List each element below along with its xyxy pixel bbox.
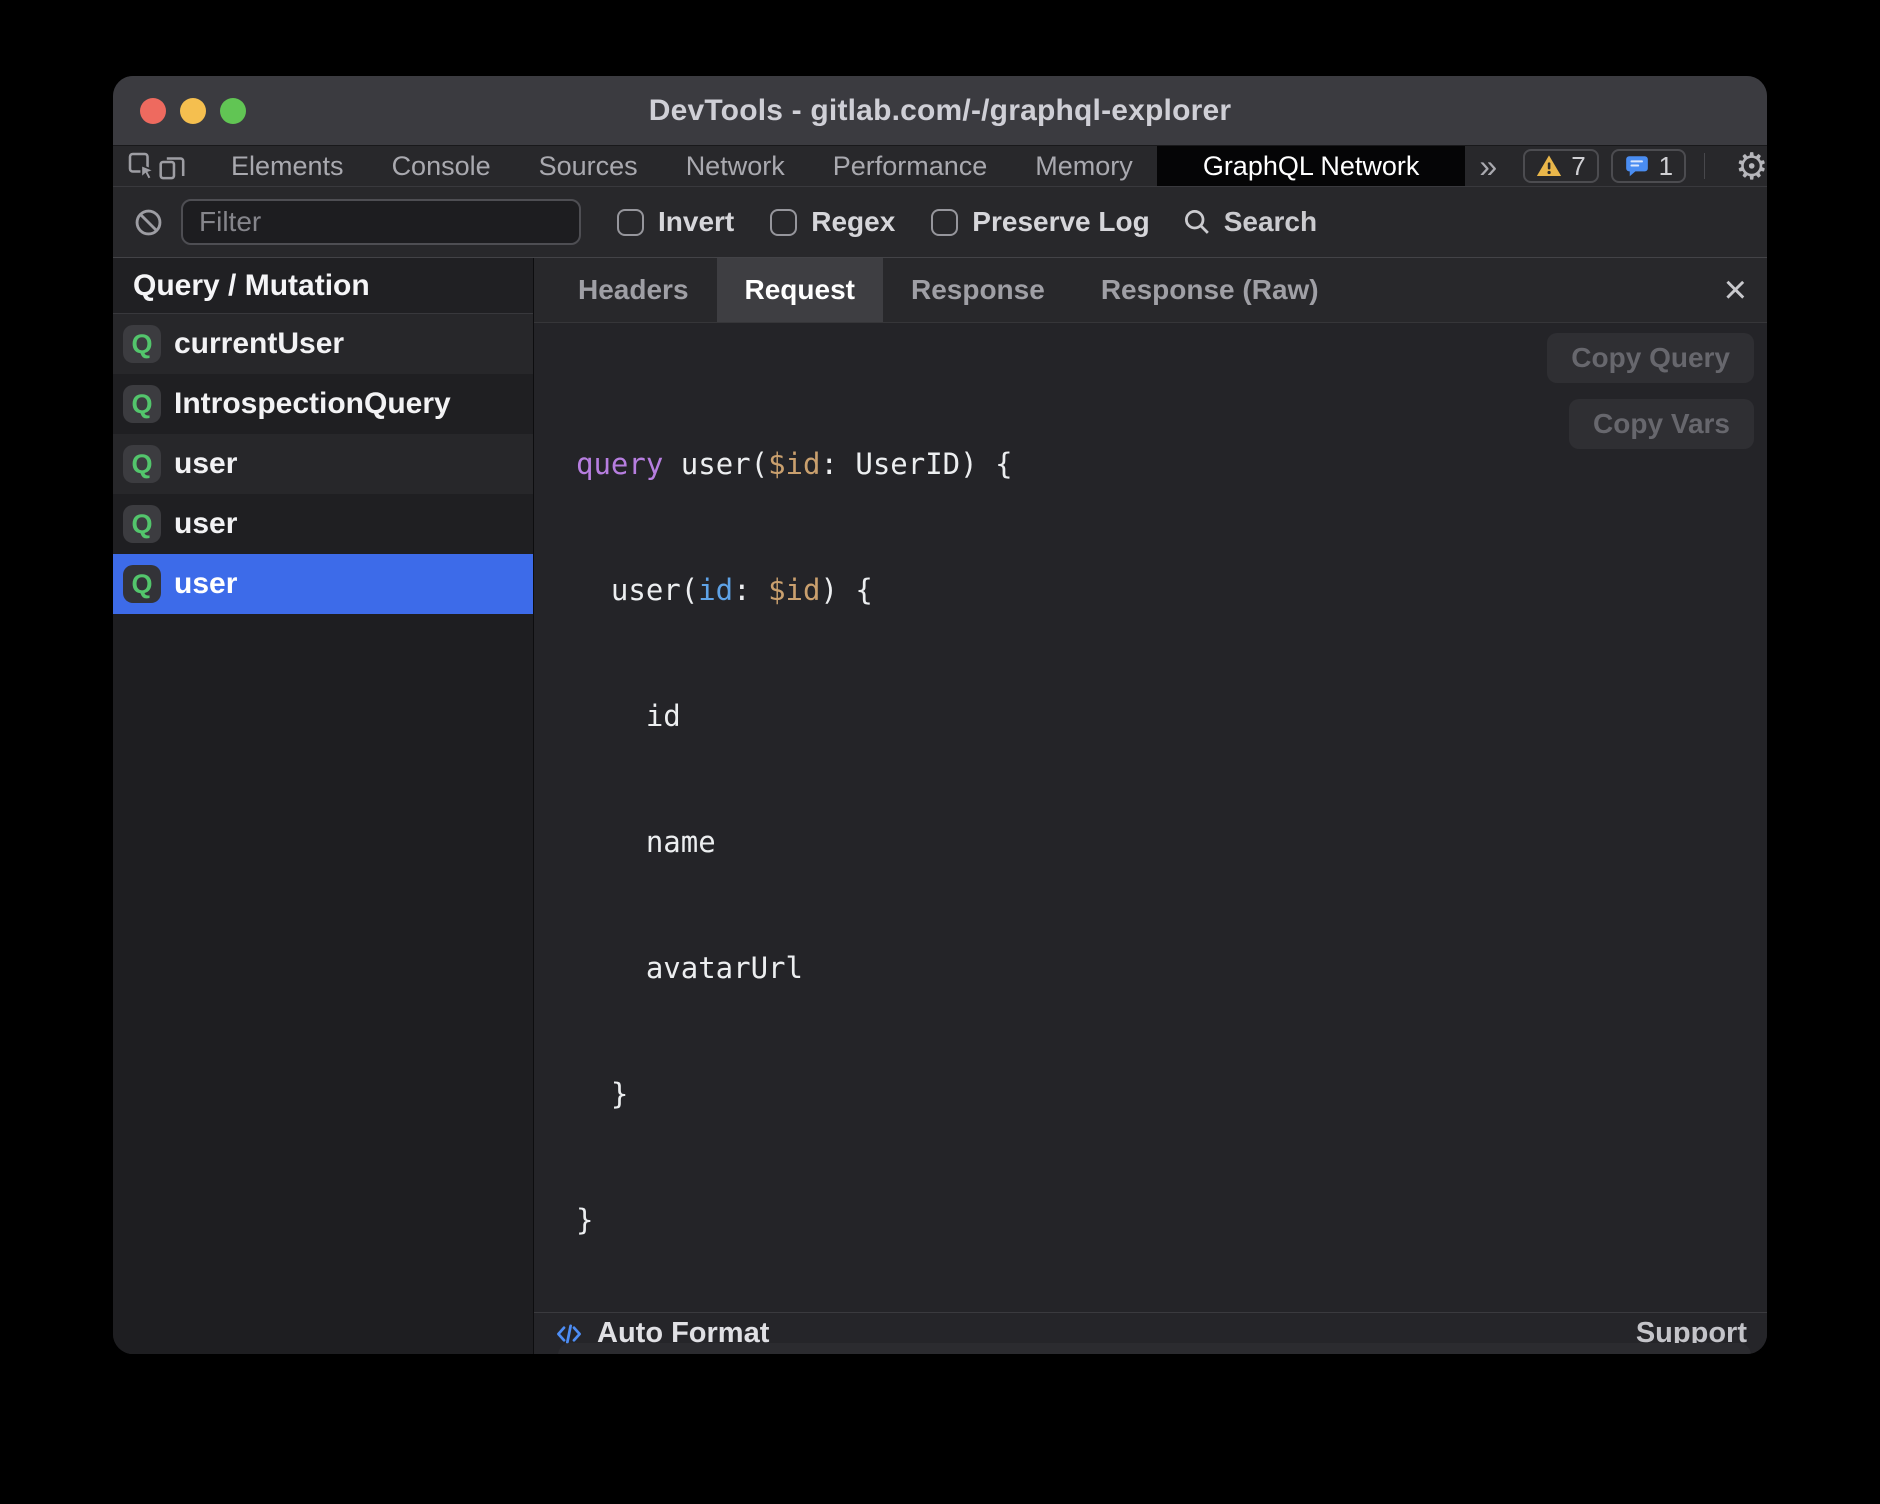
code-line: id [576,695,1767,737]
checkbox-box[interactable] [931,209,958,236]
query-list-item[interactable]: Q user [113,494,533,554]
filter-input[interactable] [181,199,581,245]
query-list-item[interactable]: Q currentUser [113,314,533,374]
tab-elements[interactable]: Elements [207,146,368,186]
content-area: Query / Mutation Q currentUser Q Introsp… [113,258,1767,1354]
detail-tabs: Headers Request Response Response (Raw) … [534,258,1767,323]
tab-headers[interactable]: Headers [550,258,717,322]
minimize-window-button[interactable] [180,98,206,124]
graphql-query-code: query user($id: UserID) { user(id: $id) … [534,323,1767,1325]
query-name: user [174,507,237,541]
code-line: query user($id: UserID) { [576,443,1767,485]
close-detail-icon[interactable]: × [1724,258,1747,322]
query-variables-box: { "id": "gid://gitlab/User/13704317" } [558,1343,1751,1354]
tab-graphql-network[interactable]: GraphQL Network [1157,146,1466,186]
query-list-item[interactable]: Q IntrospectionQuery [113,374,533,434]
code-line: } [576,1073,1767,1115]
toggle-device-toolbar-button[interactable] [157,146,187,186]
tab-request[interactable]: Request [717,258,883,322]
query-type-badge: Q [123,445,161,483]
code-line: name [576,821,1767,863]
tab-network[interactable]: Network [662,146,809,186]
zoom-window-button[interactable] [220,98,246,124]
preserve-log-checkbox[interactable]: Preserve Log [931,206,1149,238]
query-name: user [174,447,237,481]
traffic-lights [140,98,246,124]
more-tabs-button[interactable]: » [1465,146,1511,186]
code-line: avatarUrl [576,947,1767,989]
copy-buttons-group: Copy Query Copy Vars [1547,333,1754,449]
tab-performance[interactable]: Performance [809,146,1012,186]
regex-checkbox[interactable]: Regex [770,206,895,238]
copy-vars-button[interactable]: Copy Vars [1569,399,1754,449]
settings-gear-icon[interactable]: ⚙ [1735,148,1767,185]
query-list-item[interactable]: Q user [113,434,533,494]
query-name: IntrospectionQuery [174,387,451,421]
warning-triangle-icon [1536,153,1562,179]
query-list-item-selected[interactable]: Q user [113,554,533,614]
warnings-badge[interactable]: 7 [1523,149,1598,183]
invert-checkbox[interactable]: Invert [617,206,734,238]
query-type-badge: Q [123,505,161,543]
query-type-badge: Q [123,385,161,423]
devtools-window: DevTools - gitlab.com/-/graphql-explorer… [113,76,1767,1354]
tab-response[interactable]: Response [883,258,1073,322]
code-line: } [576,1199,1767,1241]
close-window-button[interactable] [140,98,166,124]
tab-sources[interactable]: Sources [515,146,662,186]
window-title: DevTools - gitlab.com/-/graphql-explorer [649,94,1232,128]
checkbox-box[interactable] [617,209,644,236]
issues-badge[interactable]: 1 [1611,149,1686,183]
tab-memory[interactable]: Memory [1011,146,1157,186]
sidebar-header: Query / Mutation [113,258,533,314]
device-toolbar-icon [157,151,187,181]
query-list-sidebar: Query / Mutation Q currentUser Q Introsp… [113,258,534,1354]
tab-response-raw[interactable]: Response (Raw) [1073,258,1347,322]
message-bubble-icon [1624,153,1650,179]
preserve-log-label: Preserve Log [972,206,1149,238]
warning-count: 7 [1571,151,1585,182]
copy-query-button[interactable]: Copy Query [1547,333,1754,383]
tab-console[interactable]: Console [368,146,515,186]
detail-panel: Headers Request Response Response (Raw) … [534,258,1767,1354]
search-button[interactable]: Search [1182,206,1317,238]
search-icon [1182,207,1212,237]
toolbar-separator [1704,153,1705,179]
query-name: user [174,567,237,601]
title-bar: DevTools - gitlab.com/-/graphql-explorer [113,76,1767,146]
query-type-badge: Q [123,565,161,603]
request-body: query user($id: UserID) { user(id: $id) … [534,323,1767,1312]
issues-count: 1 [1659,151,1673,182]
invert-label: Invert [658,206,734,238]
search-label: Search [1224,206,1317,238]
code-line: user(id: $id) { [576,569,1767,611]
devtools-toolbar: Elements Console Sources Network Perform… [113,146,1767,187]
inspect-cursor-icon [127,151,157,181]
toolbar-right-group: 7 1 ⚙ [1511,146,1767,186]
filter-bar: Invert Regex Preserve Log Search [113,187,1767,258]
checkbox-box[interactable] [770,209,797,236]
regex-label: Regex [811,206,895,238]
screenshot-canvas: DevTools - gitlab.com/-/graphql-explorer… [0,0,1880,1504]
query-name: currentUser [174,327,344,361]
clear-requests-icon[interactable] [133,207,164,238]
inspect-element-button[interactable] [127,146,157,186]
query-type-badge: Q [123,325,161,363]
